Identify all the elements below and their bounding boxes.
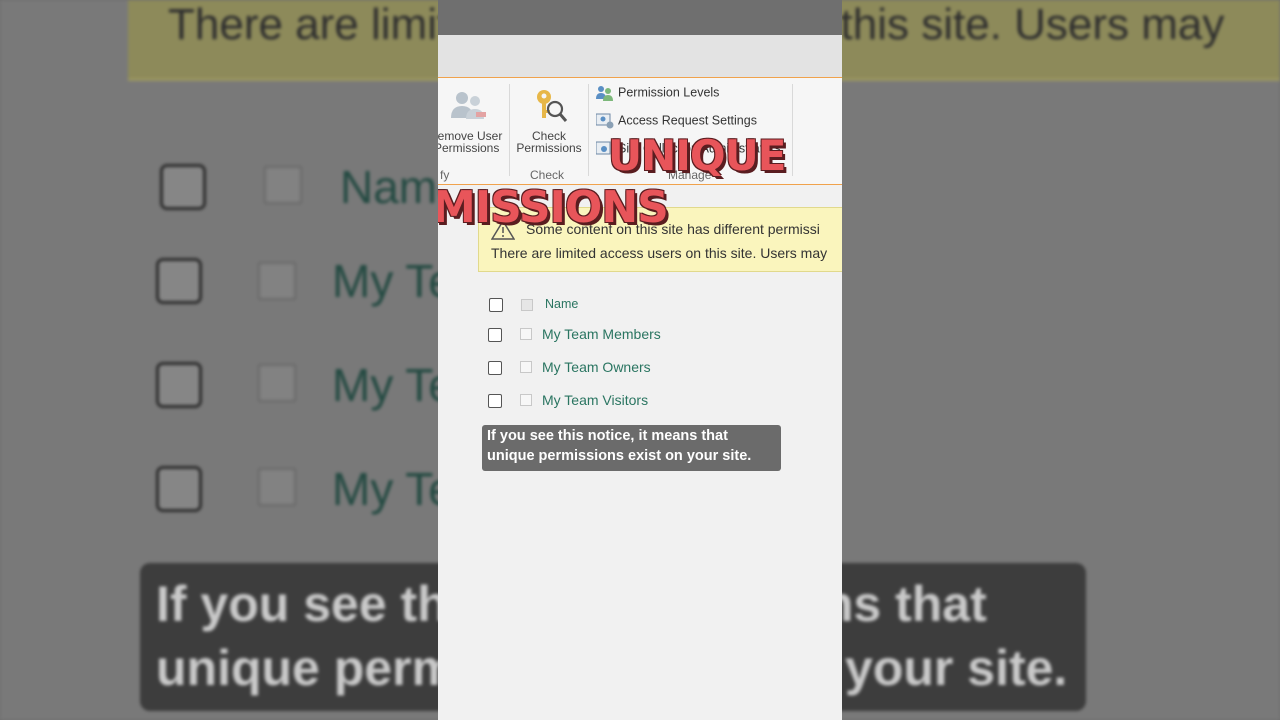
bg-row-name: My Te: [332, 255, 454, 307]
title-bar: [438, 35, 842, 77]
permission-levels-label: Permission Levels: [618, 85, 720, 100]
name-column-header[interactable]: Name: [545, 297, 578, 311]
select-all-checkbox[interactable]: [489, 298, 503, 312]
permission-levels-icon: [596, 86, 613, 101]
bg-row-name: My Te: [332, 359, 454, 411]
caption-line-2: unique permissions exist on your site.: [487, 448, 752, 464]
users-icon: [451, 92, 486, 119]
check-group-label: Check: [530, 168, 565, 182]
bg-row-name: My Te: [332, 463, 454, 515]
row-checkbox[interactable]: [488, 361, 502, 375]
bg-checkbox: [156, 362, 202, 408]
video-caption: If you see this notice, it means that un…: [482, 425, 781, 471]
list-item[interactable]: My Team Visitors: [438, 392, 842, 416]
row-checkbox[interactable]: [488, 394, 502, 408]
list-header-row: Name: [438, 296, 842, 320]
overlay-title-word: MISSIONS: [438, 182, 669, 233]
group-link[interactable]: My Team Visitors: [542, 392, 648, 408]
notice-line-2: There are limited access users on this s…: [491, 245, 828, 261]
row-type-checkbox: [520, 394, 532, 406]
list-item[interactable]: My Team Members: [438, 326, 842, 350]
bg-checkbox-small: [258, 468, 296, 506]
overlay-title-word: UNIQUE: [608, 131, 786, 180]
row-type-checkbox: [520, 328, 532, 340]
key-magnifier-icon: [537, 90, 568, 122]
video-frame: emove User Permissions fy Check Permissi…: [438, 0, 842, 720]
ribbon-group-check: Check Permissions Check: [510, 78, 588, 182]
ribbon-group-modify: emove User Permissions fy: [438, 78, 509, 182]
ribbon-separator: [588, 84, 589, 176]
ribbon-separator: [792, 84, 793, 176]
remove-user-permissions-button[interactable]: [448, 88, 488, 124]
access-request-settings-button[interactable]: Access Request Settings: [596, 113, 757, 133]
access-request-settings-icon: [596, 113, 614, 129]
frame-top-strip: [438, 0, 842, 35]
bg-checkbox: [156, 258, 202, 304]
group-link[interactable]: My Team Members: [542, 326, 661, 342]
check-permissions-label: Permissions: [516, 141, 582, 155]
header-type-checkbox[interactable]: [521, 299, 533, 311]
bg-checkbox-small: [264, 166, 302, 204]
remove-user-label: Permissions: [438, 141, 500, 155]
check-permissions-button[interactable]: [534, 88, 568, 124]
access-request-settings-label: Access Request Settings: [618, 113, 757, 128]
bg-checkbox: [160, 164, 206, 210]
permission-levels-button[interactable]: Permission Levels: [596, 85, 719, 105]
modify-group-label: fy: [440, 168, 450, 182]
list-item[interactable]: My Team Owners: [438, 359, 842, 383]
caption-line-1: If you see this notice, it means that: [487, 428, 728, 444]
row-checkbox[interactable]: [488, 328, 502, 342]
bg-checkbox: [156, 466, 202, 512]
bg-checkbox-small: [258, 262, 296, 300]
row-type-checkbox: [520, 361, 532, 373]
bg-checkbox-small: [258, 364, 296, 402]
group-link[interactable]: My Team Owners: [542, 359, 651, 375]
